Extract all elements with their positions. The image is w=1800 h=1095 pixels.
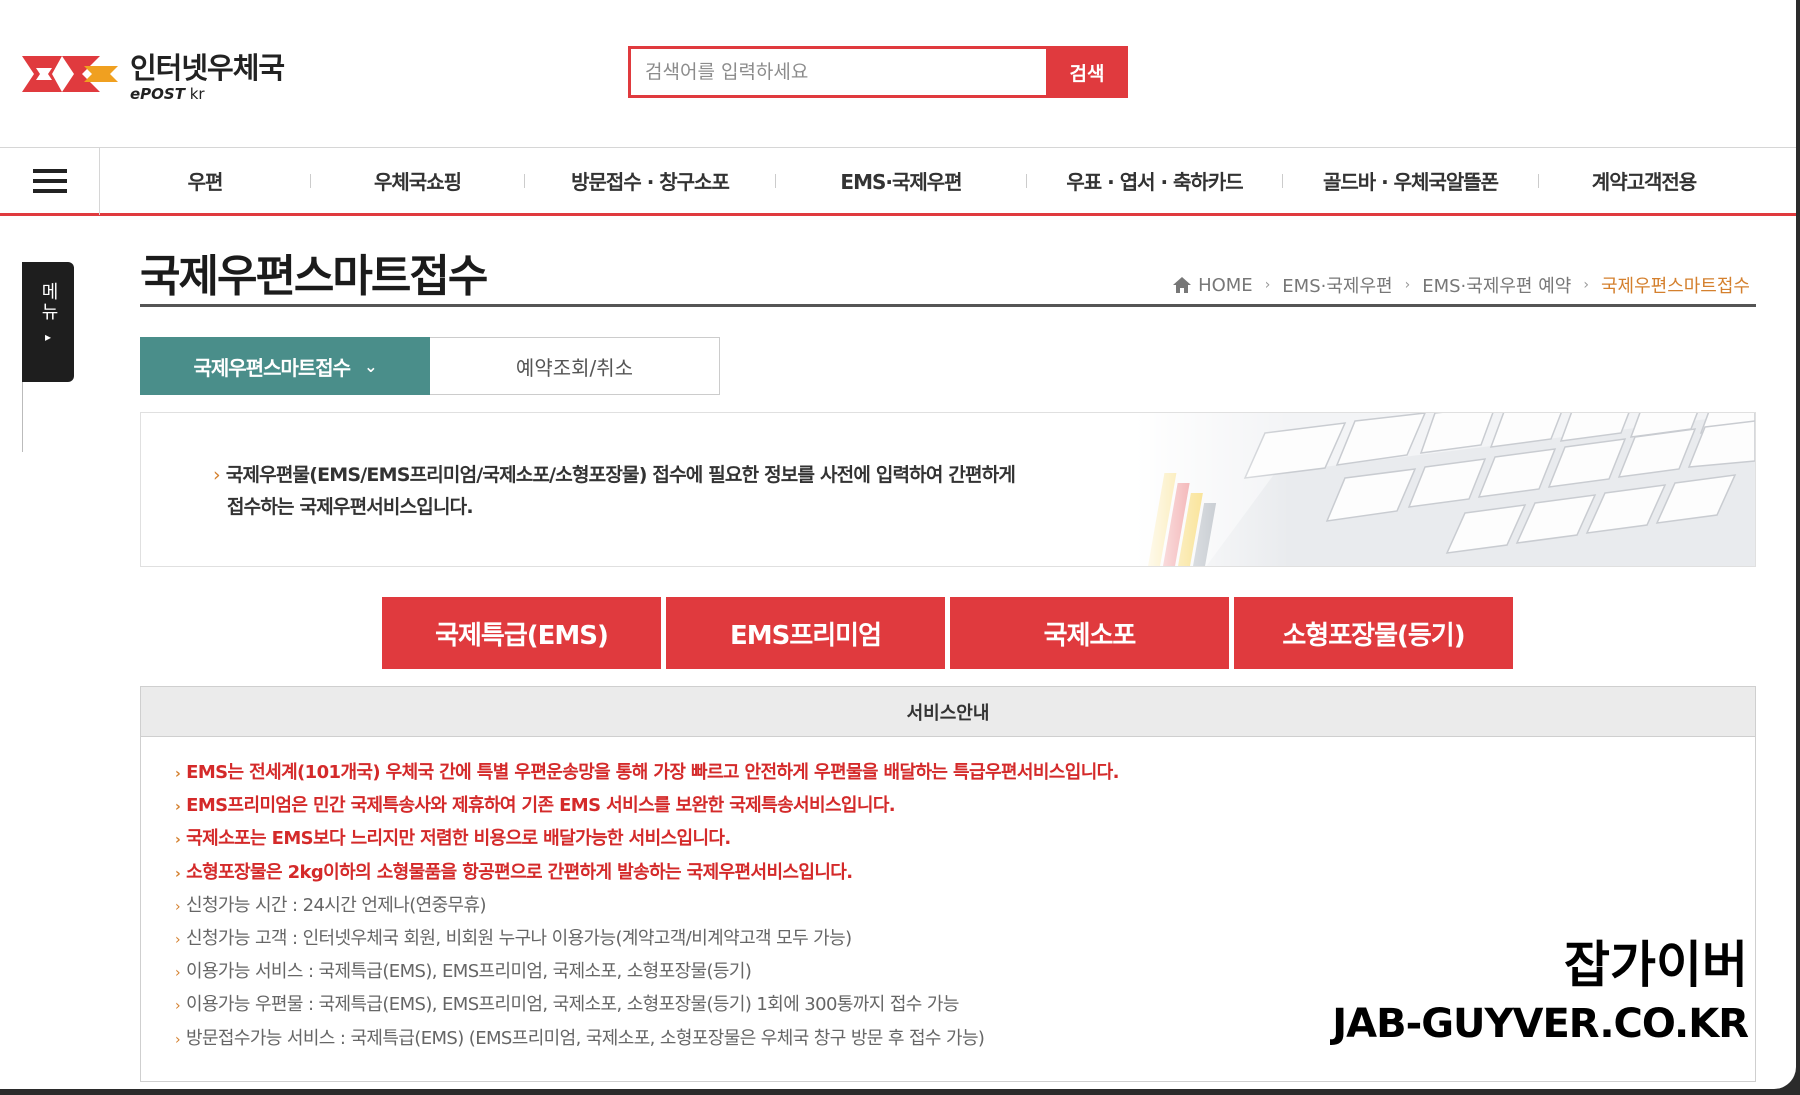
page-title: 국제우편스마트접수 bbox=[140, 251, 488, 302]
tab-smart-reception[interactable]: 국제우편스마트접수 ⌄ bbox=[140, 337, 430, 395]
banner-description: › 국제우편물(EMS/EMS프리미엄/국제소포/소형포장물) 접수에 필요한 정… bbox=[213, 464, 1016, 518]
breadcrumb-ems[interactable]: EMS·국제우편 bbox=[1282, 272, 1392, 298]
breadcrumb-ems-reservation[interactable]: EMS·국제우편 예약 bbox=[1422, 272, 1571, 298]
bullet-icon: › bbox=[175, 832, 181, 849]
info-banner: › 국제우편물(EMS/EMS프리미엄/국제소포/소형포장물) 접수에 필요한 정… bbox=[140, 412, 1756, 567]
guide-list-item: › 소형포장물은 2kg이하의 소형물품을 항공편으로 간편하게 발송하는 국제우… bbox=[175, 861, 853, 883]
keyboard-illustration bbox=[1135, 413, 1755, 566]
breadcrumb-chevron-icon: › bbox=[1583, 277, 1589, 293]
breadcrumb-chevron-icon: › bbox=[1404, 277, 1411, 293]
guide-list-item: › 국제소포는 EMS보다 느리지만 저렴한 비용으로 배달가능한 서비스입니다. bbox=[175, 828, 731, 850]
international-parcel-button[interactable]: 국제소포 bbox=[950, 597, 1229, 669]
guide-list-item: › 신청가능 시간 : 24시간 언제나(연중무휴) bbox=[175, 894, 487, 916]
search-button[interactable]: 검색 bbox=[1046, 46, 1128, 98]
service-guide-title: 서비스안내 bbox=[141, 687, 1755, 737]
gnb-items: 우편 우체국쇼핑 방문접수 · 창구소포 EMS·국제우편 우표 · 엽서 · … bbox=[100, 166, 1796, 195]
search-bar: 검색 bbox=[628, 46, 1128, 98]
small-packet-button[interactable]: 소형포장물(등기) bbox=[1234, 597, 1513, 669]
bullet-icon: › bbox=[175, 898, 181, 915]
bullet-icon: › bbox=[175, 766, 181, 782]
chevron-down-icon: ⌄ bbox=[364, 356, 377, 376]
bullet-icon: › bbox=[175, 965, 181, 982]
gnb-item-shopping[interactable]: 우체국쇼핑 bbox=[311, 166, 524, 195]
watermark-korean: 잡가이버 bbox=[1564, 936, 1748, 994]
guide-list-item: › EMS는 전세계(101개국) 우체국 간에 특별 우편운송망을 통해 가장 … bbox=[175, 762, 1119, 783]
post-logo-icon bbox=[22, 56, 118, 92]
hamburger-icon bbox=[32, 168, 67, 193]
service-button-group: 국제특급(EMS) EMS프리미엄 국제소포 소형포장물(등기) bbox=[382, 597, 1513, 669]
gnb-item-stamps[interactable]: 우표 · 엽서 · 축하카드 bbox=[1027, 166, 1282, 195]
gnb-item-ems[interactable]: EMS·국제우편 bbox=[776, 166, 1026, 195]
side-divider bbox=[22, 382, 23, 452]
site-header: 인터넷우체국 ePOST kr 검색 bbox=[0, 0, 1796, 148]
breadcrumb: HOME › EMS·국제우편 › EMS·국제우편 예약 › 국제우편스마트접… bbox=[1172, 272, 1750, 298]
bullet-icon: › bbox=[175, 998, 181, 1015]
epost-logo[interactable]: 인터넷우체국 ePOST kr bbox=[22, 44, 302, 104]
bullet-icon: › bbox=[175, 865, 181, 882]
gnb-item-visit-parcel[interactable]: 방문접수 · 창구소포 bbox=[525, 166, 775, 195]
bullet-icon: › bbox=[175, 799, 181, 816]
home-icon bbox=[1173, 277, 1192, 293]
title-divider bbox=[140, 304, 1756, 307]
ems-premium-button[interactable]: EMS프리미엄 bbox=[666, 597, 945, 669]
ems-button[interactable]: 국제특급(EMS) bbox=[382, 597, 661, 669]
side-menu-label: 메뉴 bbox=[38, 282, 59, 322]
side-menu-toggle[interactable]: 메뉴 ▸ bbox=[22, 262, 74, 382]
bullet-icon: › bbox=[175, 932, 181, 949]
logo-subtitle: ePOST kr bbox=[130, 85, 205, 103]
tab-reservation-lookup[interactable]: 예약조회/취소 bbox=[430, 337, 720, 395]
gnb-item-post[interactable]: 우편 bbox=[100, 166, 310, 195]
bullet-icon: › bbox=[175, 1031, 181, 1048]
breadcrumb-chevron-icon: › bbox=[1264, 277, 1271, 293]
watermark: 잡가이버 JAB-GUYVER.CO.KR bbox=[1332, 925, 1749, 1047]
search-input[interactable] bbox=[628, 46, 1046, 98]
tab-label: 국제우편스마트접수 bbox=[193, 355, 351, 380]
page-frame: 인터넷우체국 ePOST kr 검색 우편 우체국쇼핑 방문접수 · 창구소포 … bbox=[0, 0, 1796, 1089]
tab-bar: 국제우편스마트접수 ⌄ 예약조회/취소 bbox=[140, 337, 720, 395]
logo-title: 인터넷우체국 bbox=[130, 51, 285, 85]
breadcrumb-home[interactable]: HOME bbox=[1198, 275, 1253, 296]
breadcrumb-current: 국제우편스마트접수 bbox=[1600, 276, 1750, 297]
watermark-url: JAB-GUYVER.CO.KR bbox=[1332, 1001, 1749, 1047]
guide-list-item: › EMS프리미엄은 민간 국제특송사와 제휴하여 기존 EMS 서비스를 보완한… bbox=[175, 795, 896, 817]
bullet-icon: › bbox=[213, 464, 221, 486]
gnb-item-goldbar-phone[interactable]: 골드바 · 우체국알뜰폰 bbox=[1283, 166, 1538, 195]
main-navigation: 우편 우체국쇼핑 방문접수 · 창구소포 EMS·국제우편 우표 · 엽서 · … bbox=[0, 146, 1796, 216]
hamburger-menu-button[interactable] bbox=[0, 146, 100, 215]
side-menu-arrow-icon: ▸ bbox=[44, 330, 52, 344]
gnb-item-contract-customer[interactable]: 계약고객전용 bbox=[1539, 166, 1749, 195]
